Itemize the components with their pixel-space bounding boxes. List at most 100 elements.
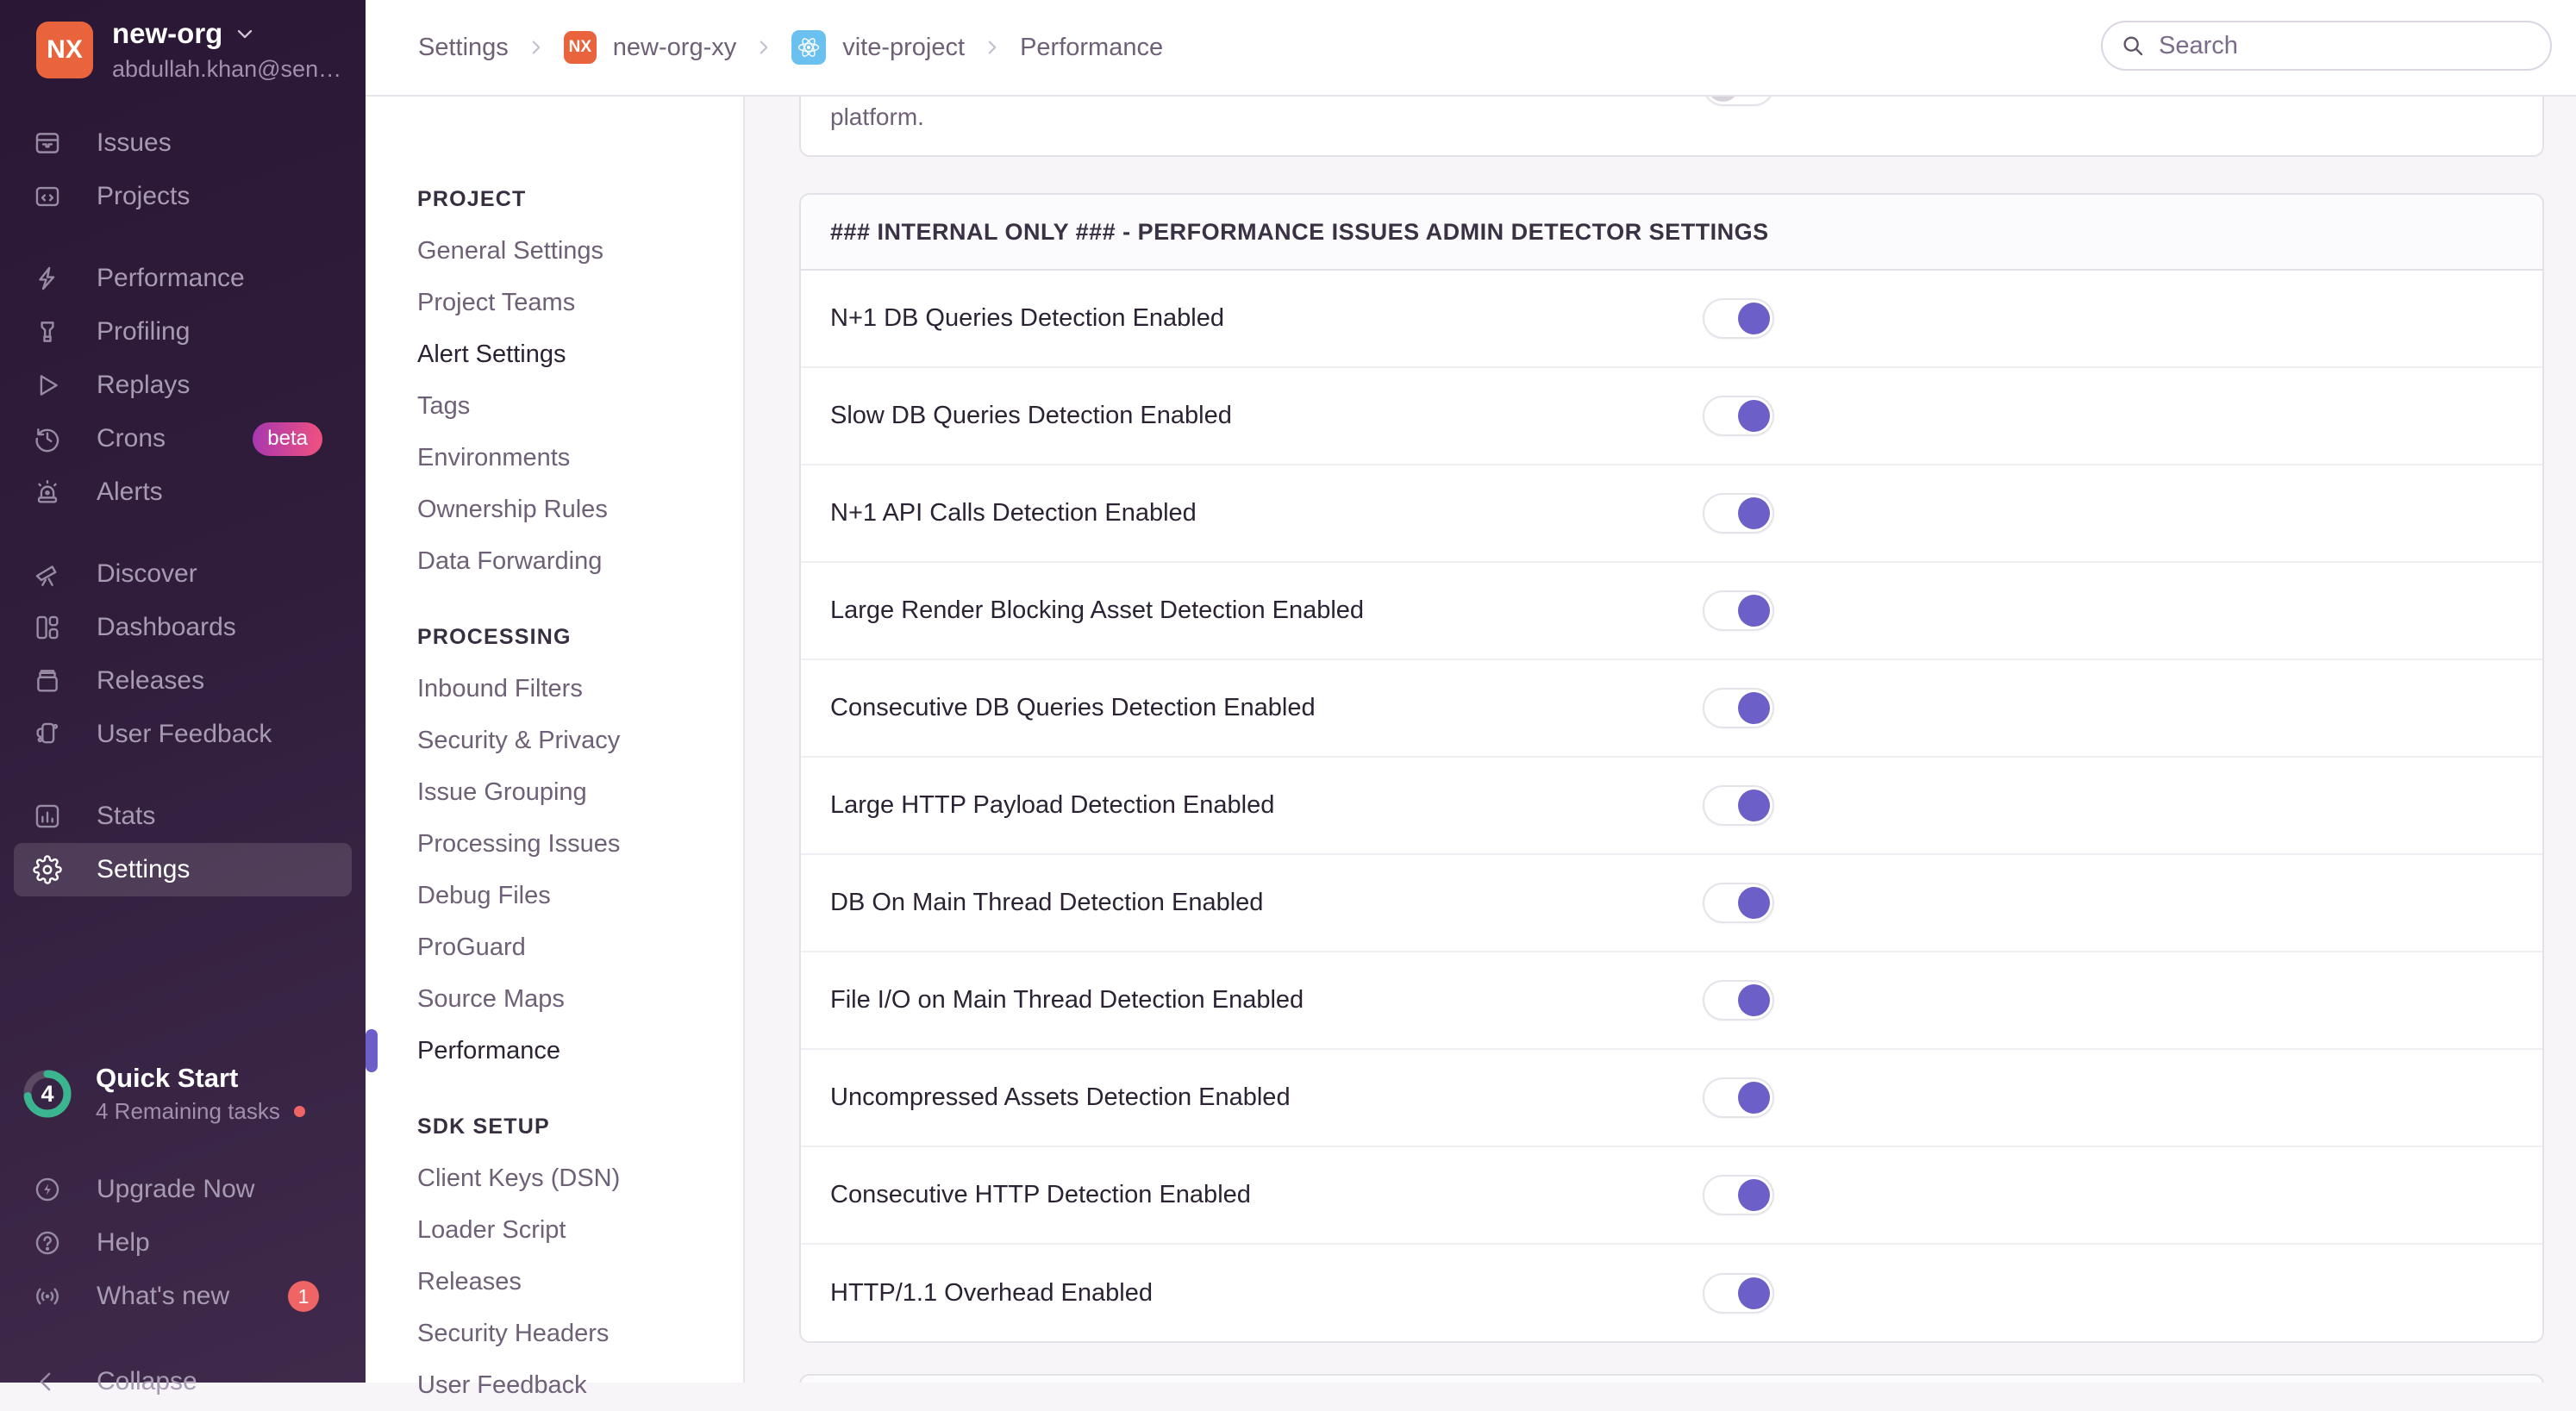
sidebar-footer-item[interactable]: Help [14, 1216, 352, 1270]
setting-toggle[interactable] [1703, 784, 1774, 826]
subnav-item[interactable]: Alert Settings [366, 328, 743, 380]
subnav-item[interactable]: Source Maps [366, 973, 743, 1025]
breadcrumb: Settings NX new-org-xy vite-project Perf… [418, 0, 1163, 95]
sidebar-item-label: Releases [97, 666, 205, 695]
subnav-item[interactable]: Security Headers [366, 1308, 743, 1359]
performance-icon [33, 264, 62, 293]
subnav-item: PROCESSING [366, 611, 743, 663]
subnav-item[interactable]: Debug Files [366, 870, 743, 921]
subnav-item[interactable]: Client Keys (DSN) [366, 1152, 743, 1204]
setting-toggle[interactable] [1703, 395, 1774, 436]
setting-toggle[interactable] [1703, 297, 1774, 339]
collapse-label: Collapse [97, 1367, 197, 1395]
subnav-item: SDK SETUP [366, 1101, 743, 1152]
setting-label: File I/O on Main Thread Detection Enable… [830, 986, 1304, 1014]
setting-row: DB On Main Thread Detection Enabled [801, 855, 2542, 952]
sidebar-item[interactable]: Dashboards [14, 601, 352, 654]
setting-description: platform. [830, 103, 924, 130]
chevron-left-icon [33, 1367, 62, 1396]
sidebar-item[interactable]: Profiling [14, 305, 352, 359]
sidebar-item[interactable]: Replays [14, 359, 352, 412]
setting-toggle[interactable] [1703, 979, 1774, 1021]
scrolled-setting-card: platform. [799, 97, 2544, 157]
setting-label: N+1 DB Queries Detection Enabled [830, 304, 1225, 332]
breadcrumb-org[interactable]: new-org-xy [613, 34, 736, 62]
sidebar-item[interactable]: Crons beta [14, 412, 352, 465]
setting-toggle[interactable] [1703, 492, 1774, 534]
quick-start[interactable]: 4 Quick Start 4 Remaining tasks [22, 1063, 305, 1125]
sidebar-item[interactable]: Issues [14, 116, 352, 170]
sidebar-footer-nav: Upgrade Now Help What's new 1 [0, 1163, 366, 1323]
next-panel-edge [799, 1374, 2544, 1383]
subnav-item-label: Performance [417, 1036, 561, 1064]
search-icon [2120, 33, 2146, 59]
subnav-item[interactable]: Tags [366, 380, 743, 432]
sidebar-item[interactable]: Settings [14, 843, 352, 896]
sidebar-item-label: Replays [97, 371, 191, 399]
main-sidebar: NX new-org abdullah.khan@sen… Issues Pro… [0, 0, 366, 1395]
org-meta: new-org abdullah.khan@sen… [112, 17, 341, 83]
breadcrumb-settings[interactable]: Settings [418, 34, 509, 62]
subnav-item[interactable]: General Settings [366, 225, 743, 277]
sidebar-collapse-button[interactable]: Collapse [14, 1355, 352, 1408]
releases-icon [33, 666, 62, 696]
setting-row: HTTP/1.1 Overhead Enabled [801, 1245, 2542, 1342]
subnav-item[interactable]: Issue Grouping [366, 766, 743, 818]
subnav-item[interactable]: Loader Script [366, 1204, 743, 1256]
sidebar-item[interactable]: Performance [14, 252, 352, 305]
sidebar-item[interactable]: Stats [14, 790, 352, 843]
chevron-right-icon [753, 36, 775, 59]
setting-toggle[interactable] [1703, 882, 1774, 923]
subnav-item[interactable]: Project Teams [366, 277, 743, 328]
setting-row: Consecutive HTTP Detection Enabled [801, 1147, 2542, 1245]
setting-row: N+1 API Calls Detection Enabled [801, 465, 2542, 563]
breadcrumb-project[interactable]: vite-project [842, 34, 965, 62]
subnav-item[interactable]: Ownership Rules [366, 484, 743, 535]
subnav-item-label: Source Maps [417, 984, 565, 1013]
subnav-item[interactable]: Inbound Filters [366, 663, 743, 715]
sidebar-item-label: Dashboards [97, 613, 236, 641]
subnav-item[interactable]: Performance [366, 1025, 743, 1077]
subnav-item[interactable]: Environments [366, 432, 743, 484]
setting-toggle[interactable] [1703, 1077, 1774, 1118]
sidebar-footer-item[interactable]: What's new 1 [14, 1270, 352, 1323]
setting-toggle[interactable] [1703, 687, 1774, 728]
search-box[interactable] [2101, 21, 2552, 71]
subnav-item[interactable]: Releases [366, 1256, 743, 1308]
toggle-knob [1738, 302, 1770, 334]
setting-toggle[interactable] [1703, 1272, 1774, 1314]
help-icon [33, 1228, 62, 1258]
count-badge: 1 [288, 1281, 319, 1312]
sidebar-footer-item[interactable]: Upgrade Now [14, 1163, 352, 1216]
subnav-item[interactable]: ProGuard [366, 921, 743, 973]
sidebar-item-label: Performance [97, 264, 245, 292]
sidebar-item-label: Stats [97, 802, 156, 830]
search-input[interactable] [2157, 30, 2533, 61]
sidebar-item[interactable]: Discover [14, 547, 352, 601]
subnav-item-label: Loader Script [417, 1215, 566, 1244]
discover-icon [33, 559, 62, 589]
dashboards-icon [33, 613, 62, 642]
sidebar-item[interactable]: Releases [14, 654, 352, 708]
subnav-item[interactable]: Data Forwarding [366, 535, 743, 587]
setting-row: Uncompressed Assets Detection Enabled [801, 1050, 2542, 1147]
setting-toggle[interactable] [1703, 1174, 1774, 1215]
sidebar-item[interactable]: Projects [14, 170, 352, 223]
subnav-item-label: User Feedback [417, 1370, 587, 1399]
setting-toggle[interactable] [1703, 590, 1774, 631]
setting-row: Large HTTP Payload Detection Enabled [801, 758, 2542, 855]
sidebar-item-label: Profiling [97, 317, 191, 346]
sidebar-item[interactable]: User Feedback [14, 708, 352, 761]
sidebar-item-label: Issues [97, 128, 172, 157]
quick-start-progress-ring: 4 [22, 1068, 73, 1120]
org-switcher[interactable]: NX new-org abdullah.khan@sen… [36, 17, 341, 83]
subnav-item[interactable]: Processing Issues [366, 818, 743, 870]
subnav-item[interactable]: Security & Privacy [366, 715, 743, 766]
toggle-knob [1738, 1081, 1770, 1114]
subnav-item[interactable]: User Feedback [366, 1359, 743, 1411]
chevron-right-icon [525, 36, 547, 59]
detector-settings-panel: ### INTERNAL ONLY ### - PERFORMANCE ISSU… [799, 193, 2544, 1343]
sidebar-item[interactable]: Alerts [14, 465, 352, 519]
toggle-knob [1738, 983, 1770, 1016]
setting-row: N+1 DB Queries Detection Enabled [801, 271, 2542, 368]
